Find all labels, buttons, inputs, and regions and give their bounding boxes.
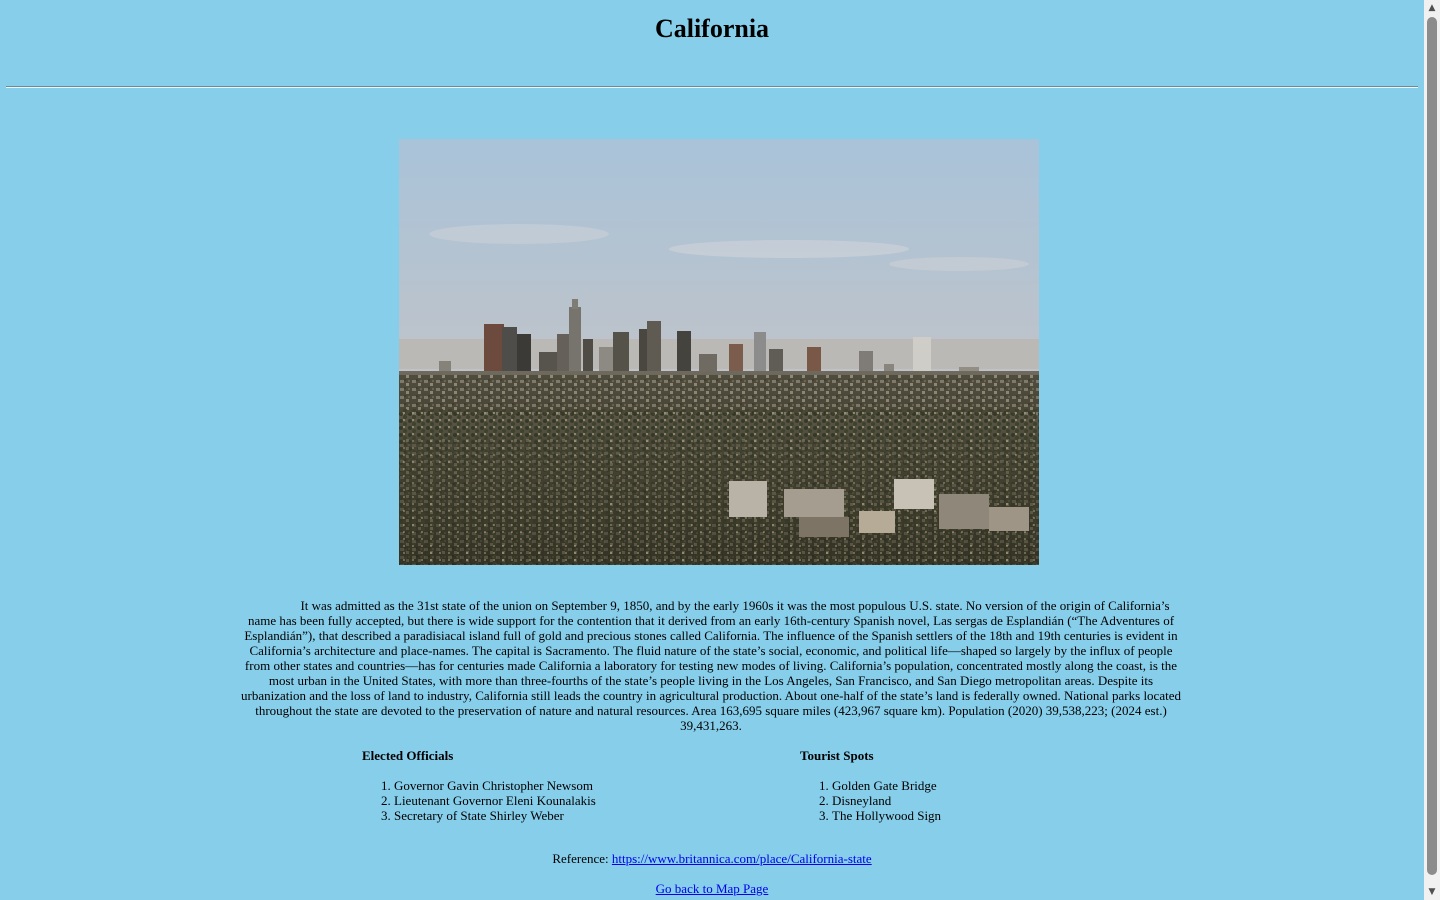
elected-officials-section: Elected Officials Governor Gavin Christo… [362, 748, 596, 823]
tourist-spots-heading: Tourist Spots [800, 748, 874, 763]
page-viewport: California It was admitted as the 31st s… [0, 0, 1424, 900]
reference-line: Reference: https://www.britannica.com/pl… [0, 851, 1424, 866]
list-item: Lieutenant Governor Eleni Kounalakis [394, 793, 596, 808]
state-description: It was admitted as the 31st state of the… [240, 598, 1182, 733]
vertical-scrollbar[interactable]: ▲ ▼ [1424, 0, 1440, 900]
list-item: Governor Gavin Christopher Newsom [394, 778, 596, 793]
back-to-map-link[interactable]: Go back to Map Page [656, 881, 769, 896]
description-text: It was admitted as the 31st state of the… [241, 598, 1181, 733]
list-item: Golden Gate Bridge [832, 778, 941, 793]
scroll-down-icon[interactable]: ▼ [1424, 884, 1440, 900]
elected-officials-list: Governor Gavin Christopher Newsom Lieute… [362, 778, 596, 823]
page-title: California [654, 14, 770, 43]
list-item: Disneyland [832, 793, 941, 808]
reference-label: Reference: [552, 851, 609, 866]
scroll-up-icon[interactable]: ▲ [1424, 0, 1440, 16]
back-link-container: Go back to Map Page [0, 881, 1424, 896]
reference-link[interactable]: https://www.britannica.com/place/Califor… [612, 851, 872, 866]
tourist-spots-section: Tourist Spots Golden Gate Bridge Disneyl… [800, 748, 941, 823]
list-item: Secretary of State Shirley Weber [394, 808, 596, 823]
elected-officials-heading: Elected Officials [362, 748, 454, 763]
list-item: The Hollywood Sign [832, 808, 941, 823]
scrollbar-thumb[interactable] [1427, 17, 1437, 875]
horizontal-rule [6, 86, 1418, 88]
tourist-spots-list: Golden Gate Bridge Disneyland The Hollyw… [800, 778, 941, 823]
skyline-photo [399, 139, 1039, 565]
